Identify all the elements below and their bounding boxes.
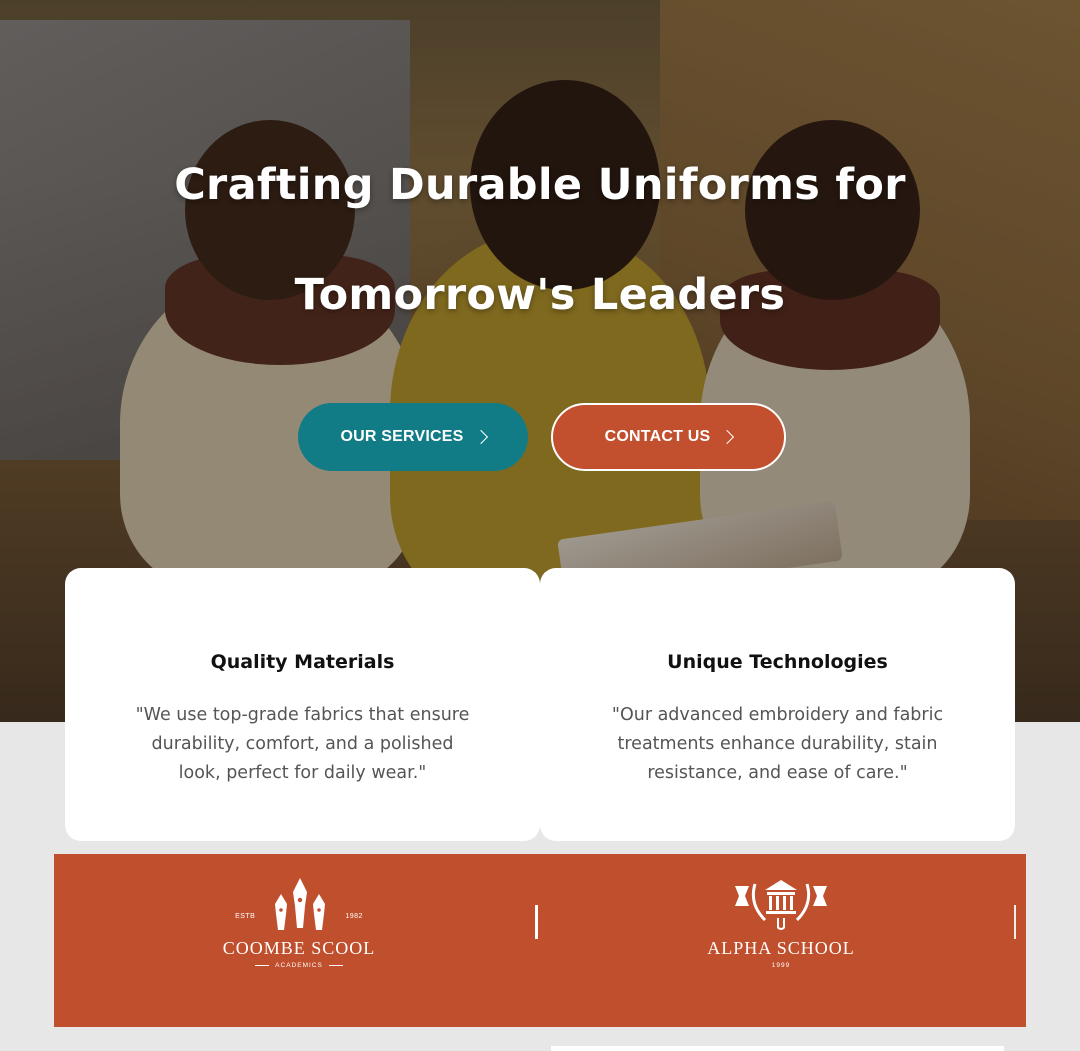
logo-divider-line (255, 965, 270, 966)
logo-divider (535, 905, 538, 939)
contact-us-button[interactable]: CONTACT US (551, 403, 786, 471)
our-services-button[interactable]: OUR SERVICES (298, 403, 528, 471)
logo-subtitle-text: 1999 (771, 962, 791, 969)
pen-nibs-icon: ESTB 1982 (199, 876, 399, 934)
feature-card-title: Quality Materials (210, 651, 395, 673)
pen-nibs-graphic (275, 878, 326, 930)
chevron-right-icon (720, 429, 735, 445)
laurel-building-graphic (735, 880, 827, 930)
logo-subtitle-text: ACADEMICS (275, 962, 323, 969)
logo-divider-line (328, 965, 343, 966)
contact-us-label: CONTACT US (604, 428, 711, 445)
logo-divider (1014, 905, 1016, 939)
logo-year-label: 1982 (345, 913, 363, 920)
coombe-school-logo[interactable]: ESTB 1982 COOMBE SCOOL ACADEMICS (199, 876, 399, 969)
logo-subtitle: 1999 (681, 962, 881, 969)
next-section-edge (551, 1046, 1004, 1051)
logo-school-name: ALPHA SCHOOL (707, 938, 855, 958)
hero-title-line: Crafting Durable Uniforms for (174, 160, 906, 210)
feature-card-unique-technologies: Unique Technologies "Our advanced embroi… (540, 568, 1015, 841)
alpha-school-logo[interactable]: ALPHA SCHOOL 1999 (681, 876, 881, 969)
laurel-building-icon (681, 876, 881, 934)
our-services-label: OUR SERVICES (340, 428, 464, 445)
logo-estb-label: ESTB (235, 913, 256, 920)
feature-card-text: "We use top-grade fabrics that ensure du… (135, 705, 470, 783)
feature-card-title: Unique Technologies (667, 651, 888, 673)
feature-card-quality-materials: Quality Materials "We use top-grade fabr… (65, 568, 540, 841)
chevron-right-icon (473, 429, 488, 445)
feature-card-text: "Our advanced embroidery and fabric trea… (611, 705, 944, 783)
hero-title-line: Tomorrow's Leaders (294, 270, 786, 320)
logo-school-name: COOMBE SCOOL (222, 938, 376, 958)
school-logos-band: ESTB 1982 COOMBE SCOOL ACADEMICS ALPHA S… (54, 854, 1026, 1027)
logo-subtitle: ACADEMICS (199, 962, 399, 969)
hero-title: Crafting Durable Uniforms for Tomorrow's… (90, 130, 990, 350)
